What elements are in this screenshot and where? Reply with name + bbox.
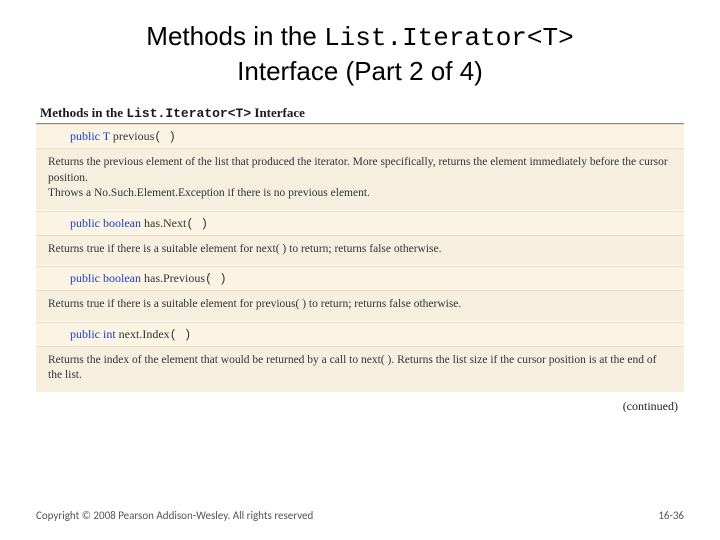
title-mono: List.Iterator<T>	[324, 23, 574, 53]
desc-text: to return; returns	[306, 298, 389, 310]
method-name: has.Next	[144, 216, 186, 230]
subhead-pre: Methods in the	[40, 105, 126, 120]
desc-text: to return; returns	[286, 243, 369, 255]
method-description: Returns the previous element of the list…	[36, 149, 684, 211]
code-text: true	[87, 298, 105, 310]
method-signature: public boolean has.Next( )	[36, 211, 684, 236]
code-text: false	[369, 243, 391, 255]
method-signature: public int next.Index( )	[36, 322, 684, 347]
parens: ( )	[205, 272, 227, 286]
desc-text: otherwise.	[411, 298, 461, 310]
slide: Methods in the List.Iterator<T> Interfac…	[0, 0, 720, 414]
code-text: false	[389, 298, 411, 310]
desc-text: if there is a suitable element for	[105, 298, 256, 310]
keyword: public	[70, 129, 100, 143]
page-number: 16-36	[658, 509, 684, 522]
continued-label: (continued)	[36, 393, 684, 414]
desc-text: Throws a	[48, 187, 94, 199]
desc-text: Returns the previous element of the list…	[48, 156, 668, 184]
method-signature: public T previous( )	[36, 124, 684, 149]
return-type: boolean	[103, 271, 141, 285]
return-type: T	[103, 129, 110, 143]
footer: Copyright © 2008 Pearson Addison-Wesley.…	[36, 509, 684, 522]
copyright-text: Copyright © 2008 Pearson Addison-Wesley.…	[36, 509, 313, 522]
return-type: int	[103, 327, 116, 341]
parens: ( )	[170, 328, 192, 342]
title-post: Interface (Part 2 of 4)	[237, 56, 483, 86]
keyword: public	[70, 327, 100, 341]
method-description: Returns the index of the element that wo…	[36, 347, 684, 393]
code-text: next( )	[361, 354, 391, 366]
method-name: next.Index	[119, 327, 170, 341]
desc-text: otherwise.	[391, 243, 441, 255]
desc-text: Returns	[48, 298, 87, 310]
desc-text: if there is no previous element.	[225, 187, 370, 199]
method-signature: public boolean has.Previous( )	[36, 266, 684, 291]
subhead-mono: List.Iterator<T>	[126, 106, 251, 121]
method-name: previous	[113, 129, 154, 143]
method-description: Returns true if there is a suitable elem…	[36, 291, 684, 322]
code-text: true	[87, 243, 105, 255]
subhead-post: Interface	[251, 105, 305, 120]
title-pre: Methods in the	[146, 21, 324, 51]
slide-title: Methods in the List.Iterator<T> Interfac…	[36, 20, 684, 87]
desc-text: Returns the index of the element that wo…	[48, 354, 361, 366]
desc-text: if there is a suitable element for	[105, 243, 256, 255]
keyword: public	[70, 216, 100, 230]
parens: ( )	[154, 130, 176, 144]
desc-text: Returns	[48, 243, 87, 255]
section-subhead: Methods in the List.Iterator<T> Interfac…	[36, 105, 684, 121]
parens: ( )	[186, 217, 208, 231]
code-text: next( )	[256, 243, 286, 255]
return-type: boolean	[103, 216, 141, 230]
method-name: has.Previous	[144, 271, 205, 285]
method-description: Returns true if there is a suitable elem…	[36, 236, 684, 267]
code-text: No.Such.Element.Exception	[94, 187, 225, 199]
keyword: public	[70, 271, 100, 285]
code-text: previous( )	[256, 298, 306, 310]
